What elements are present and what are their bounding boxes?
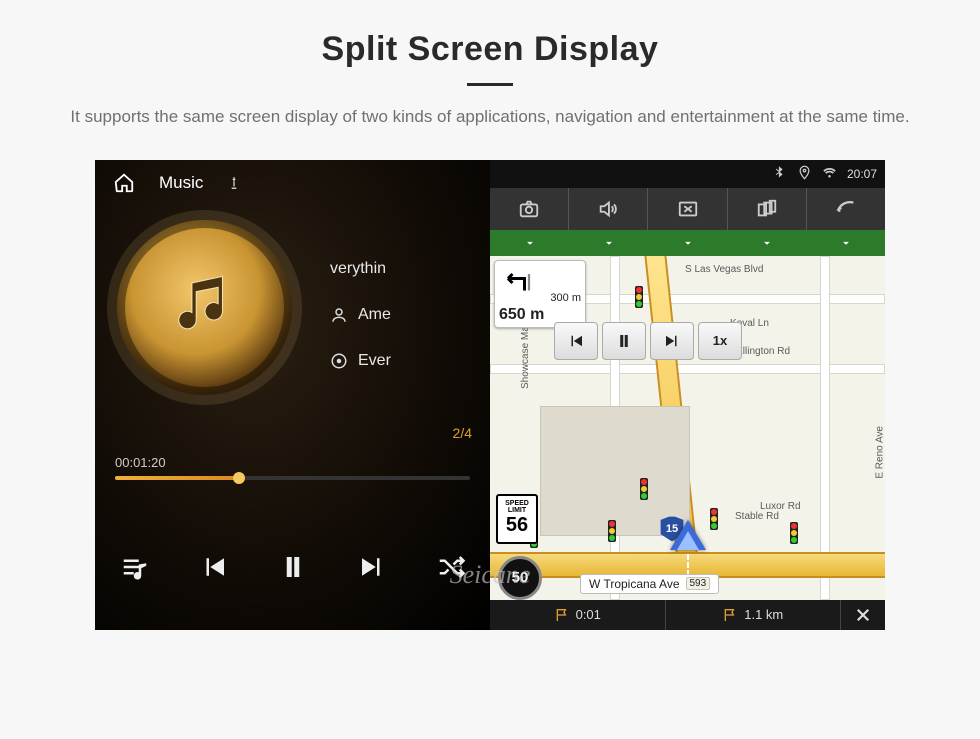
title-underline: [467, 83, 513, 86]
speed-limit-label: SPEED: [505, 500, 529, 507]
traffic-light-icon: [640, 478, 648, 500]
sim-pause-button[interactable]: [602, 322, 646, 360]
bluetooth-icon: [772, 165, 787, 183]
seek-bar[interactable]: [115, 476, 470, 480]
location-icon: [797, 165, 812, 183]
traffic-light-icon: [635, 286, 643, 308]
song-title: verythin: [330, 260, 386, 278]
status-bar: 20:07: [490, 160, 885, 188]
speed-limit-value: 56: [506, 514, 528, 537]
next-button[interactable]: [357, 552, 387, 587]
road: [820, 256, 830, 600]
playlist-button[interactable]: [120, 552, 150, 587]
flag-icon: [722, 607, 738, 623]
home-icon[interactable]: [113, 172, 135, 194]
status-clock: 20:07: [847, 167, 877, 181]
elapsed-row: 00:01:20: [115, 455, 470, 470]
lane-arrow: [569, 230, 648, 256]
sim-speed-button[interactable]: 1x: [698, 322, 742, 360]
eta-value: 0:01: [576, 607, 601, 622]
close-icon: [854, 606, 872, 624]
seek-fill: [115, 476, 239, 480]
volume-button[interactable]: [568, 188, 647, 230]
back-button[interactable]: [806, 188, 885, 230]
artist-row: Ame: [330, 306, 391, 324]
speed-limit-label: LIMIT: [508, 507, 526, 514]
prev-button[interactable]: [199, 552, 229, 587]
turn-dist-next: 300 m: [550, 292, 581, 304]
turn-card: 300 m 650 m: [494, 260, 586, 328]
turn-dist-main: 650 m: [499, 306, 544, 324]
lane-arrow: [806, 230, 885, 256]
vehicle-cursor-icon: [670, 520, 706, 550]
map-canvas[interactable]: S Las Vegas Blvd Koval Ln Duke Ellington…: [490, 256, 885, 600]
traffic-light-icon: [790, 522, 798, 544]
destination-name: W Tropicana Ave: [589, 577, 680, 591]
track-meta-rows: verythin Ame Ever: [330, 260, 391, 370]
watermark: Seicane: [450, 560, 531, 590]
distance-cell[interactable]: 1.1 km: [666, 600, 842, 630]
usb-icon[interactable]: [227, 176, 241, 190]
track-index: 2/4: [453, 425, 472, 441]
album-row: Ever: [330, 352, 391, 370]
sim-controls: 1x: [554, 322, 742, 360]
destination-label: W Tropicana Ave 593: [580, 574, 719, 594]
song-row: verythin: [330, 260, 391, 278]
sim-next-button[interactable]: [650, 322, 694, 360]
lane-guidance-bar: [490, 230, 885, 256]
music-app-pane: Music verythin Ame Ever 2/4: [95, 160, 490, 630]
system-toolbar: [490, 188, 885, 230]
music-top-bar: Music: [95, 160, 490, 194]
street-label: Showcase Mall: [520, 321, 531, 388]
street-label: Stable Rd: [735, 511, 779, 522]
nav-close-button[interactable]: [841, 600, 885, 630]
flag-icon: [554, 607, 570, 623]
lane-arrow: [648, 230, 727, 256]
lane-arrow: [490, 230, 569, 256]
elapsed-time: 00:01:20: [115, 455, 166, 470]
block: [540, 406, 690, 536]
music-transport: [95, 510, 490, 630]
street-label: S Las Vegas Blvd: [685, 264, 763, 275]
traffic-light-icon: [710, 508, 718, 530]
progress-area: 00:01:20: [115, 455, 470, 480]
turn-left-icon: [499, 266, 535, 294]
eta-cell[interactable]: 0:01: [490, 600, 666, 630]
music-note-icon: [170, 272, 240, 342]
head-unit-screen: Music verythin Ame Ever 2/4: [95, 160, 885, 630]
person-icon: [330, 306, 348, 324]
destination-tag: 593: [686, 577, 711, 590]
pause-button[interactable]: [278, 552, 308, 587]
close-app-button[interactable]: [647, 188, 726, 230]
disc-icon: [330, 352, 348, 370]
album-name: Ever: [358, 352, 391, 370]
artist-name: Ame: [358, 306, 391, 324]
album-art: [117, 220, 292, 395]
page-subtitle: It supports the same screen display of t…: [50, 104, 930, 130]
seek-handle[interactable]: [233, 472, 245, 484]
navigation-app-pane: 20:07 S Las Vegas Blvd Koval Ln: [490, 160, 885, 630]
sim-prev-button[interactable]: [554, 322, 598, 360]
wifi-icon: [822, 165, 837, 183]
speed-limit-sign: SPEED LIMIT 56: [496, 494, 538, 544]
nav-bottom-bar: 0:01 1.1 km: [490, 600, 885, 630]
distance-value: 1.1 km: [744, 607, 783, 622]
traffic-light-icon: [608, 520, 616, 542]
music-app-label: Music: [159, 173, 203, 193]
screenshot-button[interactable]: [490, 188, 568, 230]
page-title: Split Screen Display: [0, 30, 980, 69]
lane-arrow: [727, 230, 806, 256]
recents-button[interactable]: [727, 188, 806, 230]
street-label: E Reno Ave: [875, 426, 885, 479]
